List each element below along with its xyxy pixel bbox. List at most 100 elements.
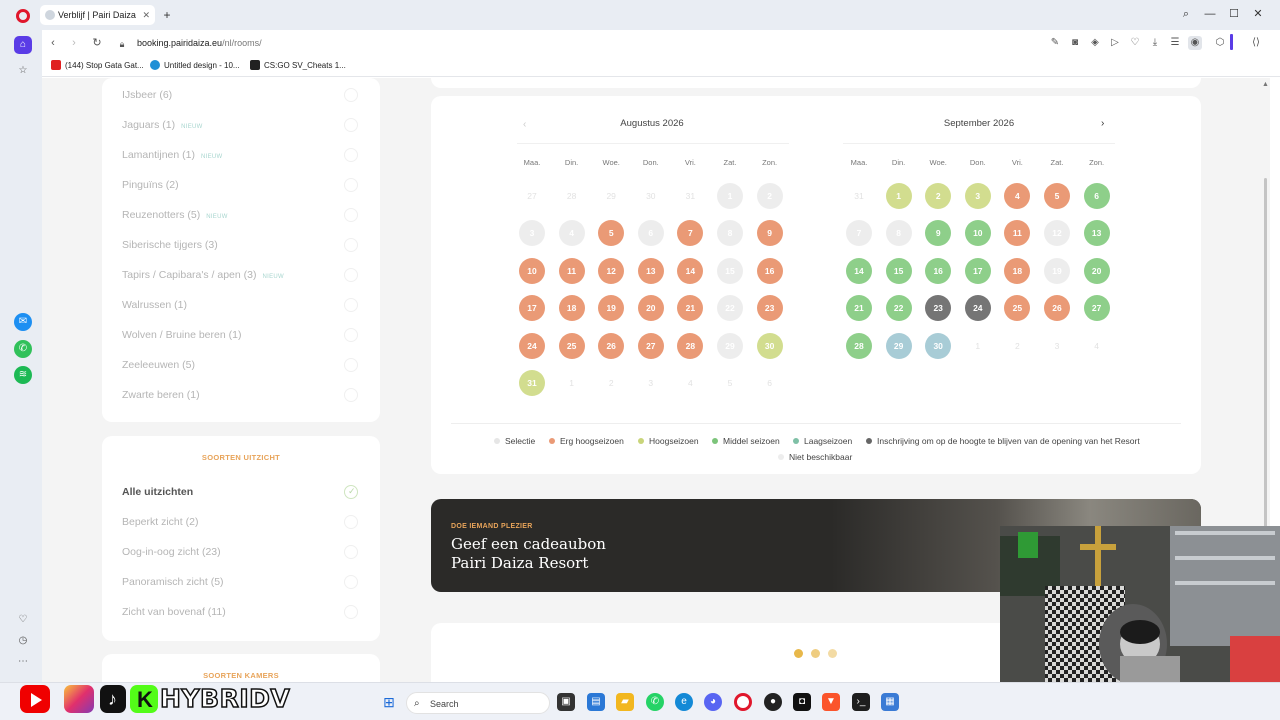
calendar-day[interactable]: 30 bbox=[925, 332, 952, 359]
history-icon[interactable]: ◷ bbox=[14, 632, 32, 650]
room-filter-item[interactable]: Jaguars (1) NIEUW bbox=[122, 119, 203, 131]
calendar-day[interactable]: 10 bbox=[519, 257, 545, 284]
spotify-icon[interactable]: ≋ bbox=[14, 366, 32, 384]
shield-icon[interactable]: ◈ bbox=[1088, 36, 1102, 50]
lock-icon[interactable]: 🔒︎ bbox=[114, 36, 130, 52]
calendar-day[interactable]: 11 bbox=[558, 257, 585, 284]
room-filter-item[interactable]: Tapirs / Capibara's / apen (3) NIEUW bbox=[122, 269, 284, 281]
extension-icon[interactable]: ⬡ bbox=[1213, 36, 1227, 50]
minimize-button[interactable]: — bbox=[1202, 6, 1218, 22]
bookmark-canva[interactable]: Untitled design - 10... bbox=[150, 60, 240, 72]
calendar-day[interactable]: 22 bbox=[885, 295, 912, 322]
messenger-icon[interactable]: ✉ bbox=[14, 313, 32, 331]
discord-icon[interactable]: ◕ bbox=[704, 693, 722, 711]
star-icon[interactable]: ☆ bbox=[14, 62, 32, 80]
calendar-day[interactable]: 18 bbox=[558, 295, 585, 322]
view-filter-item[interactable]: Zicht van bovenaf (11) bbox=[122, 606, 226, 618]
calendar-day[interactable]: 28 bbox=[846, 332, 872, 359]
calendar-day[interactable]: 17 bbox=[519, 295, 545, 322]
calendar-day[interactable]: 24 bbox=[519, 332, 545, 359]
next-month-button[interactable]: › bbox=[1101, 118, 1104, 129]
store-icon[interactable]: ▤ bbox=[587, 693, 605, 711]
view-filter-item[interactable]: Oog-in-oog zicht (23) bbox=[122, 546, 221, 558]
filter-checkbox[interactable] bbox=[344, 575, 358, 589]
calendar-day[interactable]: 18 bbox=[1004, 257, 1031, 284]
whatsapp-icon[interactable]: ✆ bbox=[14, 340, 32, 358]
opera-logo-icon[interactable] bbox=[16, 9, 30, 23]
terminal-icon[interactable]: ›_ bbox=[852, 693, 870, 711]
calendar-day[interactable]: 13 bbox=[637, 257, 664, 284]
room-filter-item[interactable]: Wolven / Bruine beren (1) bbox=[122, 329, 241, 341]
room-filter-item[interactable]: Reuzenotters (5) NIEUW bbox=[122, 209, 228, 221]
taskbar-search[interactable]: ⌕ Search bbox=[406, 692, 550, 714]
check-icon[interactable]: ✓ bbox=[344, 485, 358, 499]
calendar-day[interactable]: 21 bbox=[677, 295, 704, 322]
calendar-day[interactable]: 13 bbox=[1083, 220, 1110, 247]
download-icon[interactable]: ⤓ bbox=[1148, 36, 1162, 50]
windows-start-icon[interactable]: ⊞ bbox=[380, 693, 398, 711]
back-button[interactable]: ‹ bbox=[45, 35, 61, 51]
view-filter-item[interactable]: Panoramisch zicht (5) bbox=[122, 576, 224, 588]
filter-checkbox[interactable] bbox=[344, 388, 358, 402]
calendar-day[interactable]: 17 bbox=[964, 257, 991, 284]
calendar-day[interactable]: 27 bbox=[1083, 295, 1110, 322]
view-filter-item[interactable]: Beperkt zicht (2) bbox=[122, 516, 198, 528]
calendar-day[interactable]: 11 bbox=[1004, 220, 1031, 247]
filter-checkbox[interactable] bbox=[344, 515, 358, 529]
room-filter-item[interactable]: Lamantijnen (1) NIEUW bbox=[122, 149, 222, 161]
room-filter-item[interactable]: Pinguïns (2) bbox=[122, 179, 179, 191]
filter-checkbox[interactable] bbox=[344, 88, 358, 102]
calendar-day[interactable]: 15 bbox=[885, 257, 912, 284]
calendar-day[interactable]: 14 bbox=[677, 257, 704, 284]
view-filter-item[interactable]: Alle uitzichten bbox=[122, 486, 193, 498]
room-filter-item[interactable]: Siberische tijgers (3) bbox=[122, 239, 218, 251]
calendar-day[interactable]: 30 bbox=[756, 332, 783, 359]
filter-checkbox[interactable] bbox=[344, 118, 358, 132]
close-window-button[interactable]: ✕ bbox=[1250, 6, 1266, 22]
task-view-icon[interactable]: ▣ bbox=[557, 693, 575, 711]
calendar-day[interactable]: 4 bbox=[1004, 183, 1031, 209]
prev-month-button[interactable]: ‹ bbox=[523, 119, 526, 130]
menu-icon[interactable]: ☰ bbox=[1168, 36, 1182, 50]
calendar-day[interactable]: 25 bbox=[1004, 295, 1031, 322]
calendar-day[interactable]: 20 bbox=[637, 295, 664, 322]
room-filter-item[interactable]: Walrussen (1) bbox=[122, 299, 187, 311]
calendar-day[interactable]: 31 bbox=[519, 370, 545, 396]
filter-checkbox[interactable] bbox=[344, 238, 358, 252]
profile-icon[interactable]: ◉ bbox=[1188, 36, 1202, 50]
calendar-day[interactable]: 5 bbox=[1044, 183, 1070, 209]
edge-icon[interactable]: e bbox=[675, 693, 693, 711]
calendar-day[interactable]: 10 bbox=[964, 220, 991, 247]
calendar-day[interactable]: 28 bbox=[677, 332, 704, 359]
filter-checkbox[interactable] bbox=[344, 545, 358, 559]
calendar-day[interactable]: 27 bbox=[637, 332, 664, 359]
calendar-day[interactable]: 14 bbox=[846, 257, 872, 284]
calendar-day[interactable]: 29 bbox=[885, 332, 912, 359]
new-tab-button[interactable]: + bbox=[160, 8, 174, 22]
filter-checkbox[interactable] bbox=[344, 178, 358, 192]
calendar-day[interactable]: 25 bbox=[558, 332, 585, 359]
calendar-day[interactable]: 23 bbox=[925, 295, 952, 322]
calendar-day[interactable]: 5 bbox=[598, 220, 625, 247]
calendar-day[interactable]: 9 bbox=[756, 220, 783, 247]
forward-button[interactable]: › bbox=[66, 35, 82, 51]
calendar-day[interactable]: 23 bbox=[756, 295, 783, 322]
url-field[interactable]: booking.pairidaiza.eu/nl/rooms/ bbox=[137, 36, 262, 50]
tab-search-icon[interactable]: ⌕ bbox=[1178, 6, 1194, 22]
calendar-day[interactable]: 1 bbox=[885, 183, 912, 209]
room-filter-item[interactable]: Zwarte beren (1) bbox=[122, 389, 200, 401]
calendar-day[interactable]: 16 bbox=[925, 257, 952, 284]
calendar-day[interactable]: 19 bbox=[598, 295, 625, 322]
calendar-day[interactable]: 24 bbox=[964, 295, 991, 322]
calendar-day[interactable]: 26 bbox=[1044, 295, 1070, 322]
calendar-day[interactable]: 26 bbox=[598, 332, 625, 359]
room-filter-item[interactable]: IJsbeer (6) bbox=[122, 89, 172, 101]
reload-button[interactable]: ↻ bbox=[89, 35, 105, 51]
ai-icon[interactable]: ⟨⟩ bbox=[1245, 36, 1267, 50]
calendar-day[interactable]: 16 bbox=[756, 257, 783, 284]
filter-checkbox[interactable] bbox=[344, 148, 358, 162]
bookmark-youtube[interactable]: (144) Stop Gata Gat... bbox=[51, 60, 144, 72]
camera-icon[interactable]: ◙ bbox=[1068, 36, 1082, 50]
calendar-day[interactable]: 9 bbox=[925, 220, 952, 247]
obs-icon[interactable]: ● bbox=[764, 693, 782, 711]
